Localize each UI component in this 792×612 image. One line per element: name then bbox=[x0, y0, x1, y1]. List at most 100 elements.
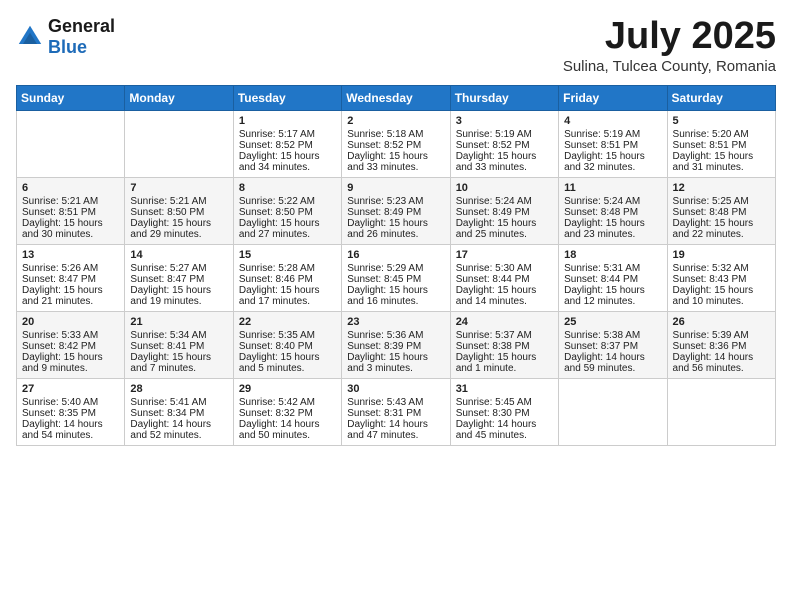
day-number: 4 bbox=[564, 115, 661, 127]
calendar-cell: 10Sunrise: 5:24 AMSunset: 8:49 PMDayligh… bbox=[450, 177, 558, 244]
day-info: Sunrise: 5:45 AM bbox=[456, 397, 553, 408]
day-info: Sunrise: 5:20 AM bbox=[673, 129, 770, 140]
day-info: Sunset: 8:38 PM bbox=[456, 341, 553, 352]
day-info: Daylight: 14 hours and 59 minutes. bbox=[564, 352, 661, 374]
calendar-cell: 17Sunrise: 5:30 AMSunset: 8:44 PMDayligh… bbox=[450, 244, 558, 311]
day-info: Daylight: 15 hours and 9 minutes. bbox=[22, 352, 119, 374]
day-info: Sunset: 8:41 PM bbox=[130, 341, 227, 352]
day-info: Sunrise: 5:31 AM bbox=[564, 263, 661, 274]
day-info: Sunrise: 5:37 AM bbox=[456, 330, 553, 341]
calendar-cell: 28Sunrise: 5:41 AMSunset: 8:34 PMDayligh… bbox=[125, 378, 233, 445]
calendar-cell: 18Sunrise: 5:31 AMSunset: 8:44 PMDayligh… bbox=[559, 244, 667, 311]
calendar-cell: 26Sunrise: 5:39 AMSunset: 8:36 PMDayligh… bbox=[667, 311, 775, 378]
day-info: Sunrise: 5:30 AM bbox=[456, 263, 553, 274]
calendar-cell: 2 Sunrise: 5:18 AMSunset: 8:52 PMDaylight… bbox=[342, 110, 450, 177]
calendar-week-row: 13Sunrise: 5:26 AMSunset: 8:47 PMDayligh… bbox=[17, 244, 776, 311]
page-header: General Blue July 2025 Sulina, Tulcea Co… bbox=[16, 16, 776, 75]
calendar-cell bbox=[667, 378, 775, 445]
day-info: Sunset: 8:47 PM bbox=[130, 274, 227, 285]
day-info: Daylight: 15 hours and 16 minutes. bbox=[347, 285, 444, 307]
day-info: Sunrise: 5:41 AM bbox=[130, 397, 227, 408]
day-info: Daylight: 15 hours and 25 minutes. bbox=[456, 218, 553, 240]
day-info: Daylight: 15 hours and 17 minutes. bbox=[239, 285, 336, 307]
calendar-week-row: 20Sunrise: 5:33 AMSunset: 8:42 PMDayligh… bbox=[17, 311, 776, 378]
day-number: 23 bbox=[347, 316, 444, 328]
day-info: Sunrise: 5:19 AM bbox=[456, 129, 553, 140]
day-number: 22 bbox=[239, 316, 336, 328]
day-info: Sunset: 8:52 PM bbox=[347, 140, 444, 151]
calendar-cell: 12Sunrise: 5:25 AMSunset: 8:48 PMDayligh… bbox=[667, 177, 775, 244]
day-info: Sunrise: 5:18 AM bbox=[347, 129, 444, 140]
calendar-week-row: 1Sunrise: 5:17 AMSunset: 8:52 PMDaylight… bbox=[17, 110, 776, 177]
calendar-cell: 6 Sunrise: 5:21 AMSunset: 8:51 PMDaylight… bbox=[17, 177, 125, 244]
day-info: Sunset: 8:44 PM bbox=[456, 274, 553, 285]
logo: General Blue bbox=[16, 16, 115, 58]
calendar-cell: 13Sunrise: 5:26 AMSunset: 8:47 PMDayligh… bbox=[17, 244, 125, 311]
day-number: 3 bbox=[456, 115, 553, 127]
calendar-body: 1Sunrise: 5:17 AMSunset: 8:52 PMDaylight… bbox=[17, 110, 776, 445]
day-number: 29 bbox=[239, 383, 336, 395]
calendar-cell: 22Sunrise: 5:35 AMSunset: 8:40 PMDayligh… bbox=[233, 311, 341, 378]
calendar-day-header: Sunday bbox=[17, 85, 125, 110]
day-number: 30 bbox=[347, 383, 444, 395]
day-info: Sunset: 8:32 PM bbox=[239, 408, 336, 419]
day-number: 1 bbox=[239, 115, 336, 127]
day-info: Sunrise: 5:32 AM bbox=[673, 263, 770, 274]
day-number: 17 bbox=[456, 249, 553, 261]
day-number: 2 bbox=[347, 115, 444, 127]
calendar-table: SundayMondayTuesdayWednesdayThursdayFrid… bbox=[16, 85, 776, 446]
location-title: Sulina, Tulcea County, Romania bbox=[563, 58, 776, 75]
day-info: Sunset: 8:48 PM bbox=[564, 207, 661, 218]
calendar-cell bbox=[125, 110, 233, 177]
day-info: Sunset: 8:37 PM bbox=[564, 341, 661, 352]
calendar-cell: 15Sunrise: 5:28 AMSunset: 8:46 PMDayligh… bbox=[233, 244, 341, 311]
day-info: Sunrise: 5:38 AM bbox=[564, 330, 661, 341]
calendar-day-header: Tuesday bbox=[233, 85, 341, 110]
day-info: Daylight: 15 hours and 29 minutes. bbox=[130, 218, 227, 240]
day-info: Sunrise: 5:40 AM bbox=[22, 397, 119, 408]
day-number: 15 bbox=[239, 249, 336, 261]
day-info: Sunrise: 5:26 AM bbox=[22, 263, 119, 274]
day-info: Sunset: 8:42 PM bbox=[22, 341, 119, 352]
day-info: Sunrise: 5:27 AM bbox=[130, 263, 227, 274]
day-info: Sunrise: 5:21 AM bbox=[22, 196, 119, 207]
day-info: Daylight: 15 hours and 30 minutes. bbox=[22, 218, 119, 240]
day-info: Daylight: 15 hours and 7 minutes. bbox=[130, 352, 227, 374]
calendar-cell: 3Sunrise: 5:19 AMSunset: 8:52 PMDaylight… bbox=[450, 110, 558, 177]
day-number: 25 bbox=[564, 316, 661, 328]
day-info: Sunset: 8:34 PM bbox=[130, 408, 227, 419]
day-info: Daylight: 15 hours and 31 minutes. bbox=[673, 151, 770, 173]
calendar-cell: 9Sunrise: 5:23 AMSunset: 8:49 PMDaylight… bbox=[342, 177, 450, 244]
day-number: 20 bbox=[22, 316, 119, 328]
day-number: 7 bbox=[130, 182, 227, 194]
calendar-day-header: Saturday bbox=[667, 85, 775, 110]
day-info: Sunrise: 5:24 AM bbox=[564, 196, 661, 207]
day-number: 5 bbox=[673, 115, 770, 127]
day-info: Sunset: 8:30 PM bbox=[456, 408, 553, 419]
day-info: Sunset: 8:51 PM bbox=[22, 207, 119, 218]
day-info: Sunrise: 5:22 AM bbox=[239, 196, 336, 207]
calendar-cell: 20Sunrise: 5:33 AMSunset: 8:42 PMDayligh… bbox=[17, 311, 125, 378]
day-number: 9 bbox=[347, 182, 444, 194]
day-info: Sunrise: 5:19 AM bbox=[564, 129, 661, 140]
day-info: Daylight: 14 hours and 54 minutes. bbox=[22, 419, 119, 441]
calendar-cell: 30Sunrise: 5:43 AMSunset: 8:31 PMDayligh… bbox=[342, 378, 450, 445]
day-info: Sunrise: 5:23 AM bbox=[347, 196, 444, 207]
day-number: 6 bbox=[22, 182, 119, 194]
day-info: Sunrise: 5:39 AM bbox=[673, 330, 770, 341]
calendar-day-header: Friday bbox=[559, 85, 667, 110]
calendar-cell: 31Sunrise: 5:45 AMSunset: 8:30 PMDayligh… bbox=[450, 378, 558, 445]
day-info: Sunset: 8:43 PM bbox=[673, 274, 770, 285]
day-info: Daylight: 14 hours and 45 minutes. bbox=[456, 419, 553, 441]
day-number: 8 bbox=[239, 182, 336, 194]
day-info: Daylight: 14 hours and 47 minutes. bbox=[347, 419, 444, 441]
day-info: Sunrise: 5:21 AM bbox=[130, 196, 227, 207]
calendar-cell: 1Sunrise: 5:17 AMSunset: 8:52 PMDaylight… bbox=[233, 110, 341, 177]
calendar-day-header: Monday bbox=[125, 85, 233, 110]
day-info: Daylight: 15 hours and 33 minutes. bbox=[347, 151, 444, 173]
calendar-cell bbox=[559, 378, 667, 445]
calendar-cell: 29Sunrise: 5:42 AMSunset: 8:32 PMDayligh… bbox=[233, 378, 341, 445]
day-info: Sunset: 8:50 PM bbox=[130, 207, 227, 218]
calendar-cell: 24Sunrise: 5:37 AMSunset: 8:38 PMDayligh… bbox=[450, 311, 558, 378]
day-info: Sunset: 8:47 PM bbox=[22, 274, 119, 285]
